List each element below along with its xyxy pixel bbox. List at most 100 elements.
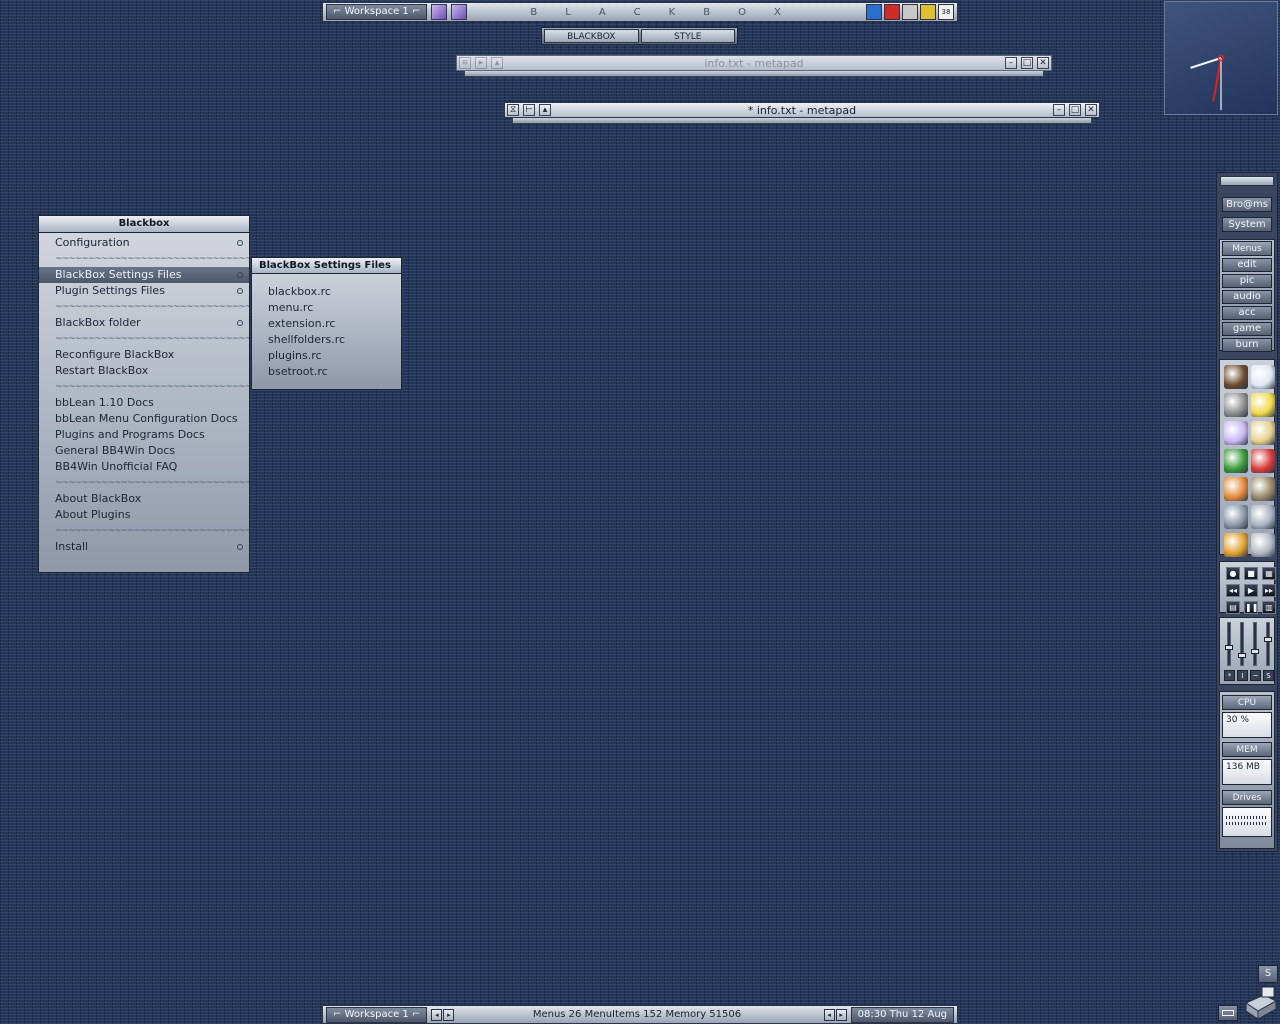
menu-item-restart-blackbox[interactable]: Restart BlackBox bbox=[39, 363, 249, 379]
menu-button-edit[interactable]: edit bbox=[1222, 258, 1272, 272]
window-titlebar[interactable]: ≡ ▸ ▴ info.txt - metapad – □ ✕ bbox=[456, 55, 1052, 71]
menu-item-about-plugins[interactable]: About Plugins bbox=[39, 507, 249, 523]
bro-ams-button[interactable]: Bro@ms bbox=[1222, 197, 1272, 212]
network-map-icon[interactable] bbox=[1224, 392, 1248, 417]
mixer-channel-label[interactable]: I bbox=[1237, 670, 1248, 681]
mixer-channel-label[interactable]: * bbox=[1224, 670, 1235, 681]
submenu-item-bsetroot-rc[interactable]: bsetroot.rc bbox=[252, 364, 401, 380]
up-icon[interactable]: ▴ bbox=[539, 104, 551, 116]
menu-item-install[interactable]: Install bbox=[39, 539, 249, 555]
package-icon[interactable] bbox=[1251, 476, 1275, 501]
menu-item-reconfigure-blackbox[interactable]: Reconfigure BlackBox bbox=[39, 347, 249, 363]
mixer-slider-track[interactable] bbox=[1225, 622, 1233, 666]
pin-icon[interactable]: ⧖ bbox=[507, 104, 519, 116]
computer-desktop-icon[interactable] bbox=[1242, 985, 1278, 1021]
window-titlebar[interactable]: ⧖ ⊢ ▴ * info.txt - metapad – □ ✕ bbox=[504, 102, 1100, 118]
mixer-slider-knob[interactable] bbox=[1264, 637, 1272, 642]
shade-icon[interactable]: ▸ bbox=[475, 57, 487, 69]
menu-button-pic[interactable]: pic bbox=[1222, 274, 1272, 288]
submenu-item-plugins-rc[interactable]: plugins.rc bbox=[252, 348, 401, 364]
media-button-1[interactable]: ■ bbox=[1244, 567, 1258, 580]
metapad-window-inactive[interactable]: ≡ ▸ ▴ info.txt - metapad – □ ✕ bbox=[456, 55, 1052, 79]
menu-item-blackbox-settings-files[interactable]: BlackBox Settings Files bbox=[39, 267, 249, 283]
drive-icon[interactable] bbox=[1251, 532, 1275, 557]
style-button[interactable]: STYLE bbox=[640, 29, 735, 43]
slit-grip[interactable] bbox=[1220, 176, 1274, 186]
drive-icon[interactable] bbox=[920, 4, 936, 20]
close-icon[interactable]: ✕ bbox=[1085, 104, 1097, 116]
mixer-slider-track[interactable] bbox=[1251, 622, 1259, 666]
menu-item-plugin-settings-files[interactable]: Plugin Settings Files bbox=[39, 283, 249, 299]
prev-workspace-button[interactable]: ◂ bbox=[431, 1008, 443, 1021]
next-workspace-button[interactable]: ▸ bbox=[443, 1008, 455, 1021]
submenu-item-extension-rc[interactable]: extension.rc bbox=[252, 316, 401, 332]
mixer-channel-label[interactable]: S bbox=[1263, 670, 1274, 681]
menu-button-game[interactable]: game bbox=[1222, 322, 1272, 336]
color-circles-icon[interactable] bbox=[1251, 448, 1275, 473]
submenu-item-blackbox-rc[interactable]: blackbox.rc bbox=[252, 284, 401, 300]
submenu-item-menu-rc[interactable]: menu.rc bbox=[252, 300, 401, 316]
minimize-icon[interactable]: – bbox=[1053, 104, 1065, 116]
speaker-icon[interactable] bbox=[866, 4, 882, 20]
menu-item-about-blackbox[interactable]: About BlackBox bbox=[39, 491, 249, 507]
window-icon[interactable] bbox=[1251, 364, 1275, 389]
toolbar-title-letter: O bbox=[738, 6, 749, 18]
menu-item-bblean-menu-configuration-docs[interactable]: bbLean Menu Configuration Docs bbox=[39, 411, 249, 427]
blackbox-button[interactable]: BLACKBOX bbox=[544, 29, 639, 43]
color-grid-icon[interactable] bbox=[1224, 448, 1248, 473]
maximize-icon[interactable]: □ bbox=[1021, 57, 1033, 69]
minimize-icon[interactable]: – bbox=[1005, 57, 1017, 69]
minimized-window-icon[interactable] bbox=[1218, 1005, 1238, 1021]
media-button-8[interactable]: ▥ bbox=[1262, 601, 1276, 614]
menu-button-audio[interactable]: audio bbox=[1222, 290, 1272, 304]
antivirus-icon[interactable] bbox=[884, 4, 900, 20]
media-button-0[interactable]: ● bbox=[1226, 567, 1240, 580]
notepad-icon[interactable] bbox=[1224, 420, 1248, 445]
s-button[interactable]: S bbox=[1258, 965, 1278, 983]
mixer-channel-label[interactable]: ~ bbox=[1250, 670, 1261, 681]
system-button[interactable]: System bbox=[1222, 217, 1272, 232]
media-button-2[interactable]: ▦ bbox=[1262, 567, 1276, 580]
menu-item-blackbox-folder[interactable]: BlackBox folder bbox=[39, 315, 249, 331]
media-button-5[interactable]: ▸▸ bbox=[1262, 584, 1276, 597]
submenu-item-shellfolders-rc[interactable]: shellfolders.rc bbox=[252, 332, 401, 348]
menu-item-bblean-1-10-docs[interactable]: bbLean 1.10 Docs bbox=[39, 395, 249, 411]
menu-button-acc[interactable]: acc bbox=[1222, 306, 1272, 320]
menu-item-general-bb4win-docs[interactable]: General BB4Win Docs bbox=[39, 443, 249, 459]
network-icon[interactable] bbox=[902, 4, 918, 20]
pen-icon[interactable] bbox=[1251, 420, 1275, 445]
workspace-label[interactable]: ⌐ Workspace 1 ⌐ bbox=[326, 4, 428, 20]
tools-icon[interactable] bbox=[1224, 532, 1248, 557]
clock-tray-icon[interactable]: 38 bbox=[938, 4, 954, 20]
menu-item-configuration[interactable]: Configuration bbox=[39, 235, 249, 251]
pin-icon[interactable]: ≡ bbox=[459, 57, 471, 69]
notepad-task-icon[interactable] bbox=[431, 4, 448, 20]
shade-icon[interactable]: ⊢ bbox=[523, 104, 535, 116]
spider-icon[interactable] bbox=[1224, 364, 1248, 389]
mixer-slider-track[interactable] bbox=[1238, 622, 1246, 666]
workspace-label[interactable]: ⌐ Workspace 1 ⌐ bbox=[326, 1006, 428, 1023]
network-computer-icon[interactable] bbox=[1251, 504, 1275, 529]
paint-icon[interactable] bbox=[1224, 476, 1248, 501]
media-button-6[interactable]: ▤ bbox=[1226, 601, 1240, 614]
close-icon[interactable]: ✕ bbox=[1037, 57, 1049, 69]
prev-window-button[interactable]: ◂ bbox=[823, 1008, 835, 1021]
lightbulb-icon[interactable] bbox=[1251, 392, 1275, 417]
toolbar-clock[interactable]: 08:30 Thu 12 Aug bbox=[850, 1006, 954, 1023]
mixer-slider-knob[interactable] bbox=[1225, 645, 1233, 650]
notepad-task-icon-2[interactable] bbox=[451, 4, 468, 20]
menu-item-bb4win-unofficial-faq[interactable]: BB4Win Unofficial FAQ bbox=[39, 459, 249, 475]
media-button-3[interactable]: ◂◂ bbox=[1226, 584, 1240, 597]
media-button-4[interactable]: ▶ bbox=[1244, 584, 1258, 597]
mixer-slider-track[interactable] bbox=[1264, 622, 1272, 666]
up-icon[interactable]: ▴ bbox=[491, 57, 503, 69]
media-button-7[interactable]: ❚❚ bbox=[1244, 601, 1258, 614]
maximize-icon[interactable]: □ bbox=[1069, 104, 1081, 116]
computer-icon[interactable] bbox=[1224, 504, 1248, 529]
menu-button-burn[interactable]: burn bbox=[1222, 338, 1272, 352]
mixer-slider-knob[interactable] bbox=[1251, 649, 1259, 654]
mixer-slider-knob[interactable] bbox=[1238, 653, 1246, 658]
metapad-window-active[interactable]: ⧖ ⊢ ▴ * info.txt - metapad – □ ✕ bbox=[504, 102, 1100, 126]
menu-item-plugins-and-programs-docs[interactable]: Plugins and Programs Docs bbox=[39, 427, 249, 443]
next-window-button[interactable]: ▸ bbox=[835, 1008, 847, 1021]
